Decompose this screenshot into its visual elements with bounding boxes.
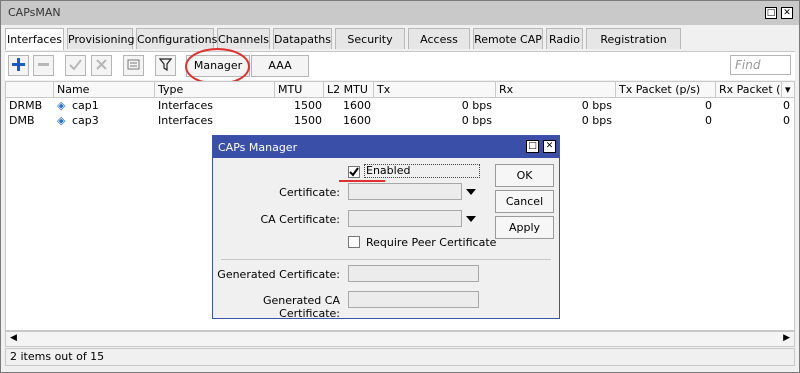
tab-bar: Interfaces Provisioning Configurations C…	[5, 28, 795, 67]
annotation-circle	[185, 48, 250, 85]
interface-icon: ◈	[57, 99, 66, 112]
toolbar: Manager AAA Find	[5, 51, 795, 80]
dialog-close-icon[interactable]: ✕	[543, 140, 556, 153]
column-header-l2-mtu[interactable]: L2 MTU	[324, 82, 374, 98]
remove-icon[interactable]	[33, 55, 54, 76]
certificate-dropdown-icon[interactable]	[466, 189, 476, 195]
row-tx: 0 bps	[461, 99, 492, 112]
filter-icon[interactable]	[155, 55, 176, 76]
dialog-titlebar[interactable]: CAPs Manager □ ✕	[213, 136, 559, 158]
row-tx: 0 bps	[461, 114, 492, 127]
generated-ca-certificate-field	[348, 291, 479, 308]
column-header-mtu[interactable]: MTU	[275, 82, 324, 98]
dialog-restore-icon[interactable]: □	[526, 140, 539, 153]
tab-security-cfg[interactable]: Security Cfg.	[335, 28, 405, 67]
column-header-rx-packet[interactable]: Rx Packet (p	[716, 82, 782, 98]
column-header-name[interactable]: Name	[54, 82, 155, 98]
enabled-label[interactable]: Enabled	[364, 164, 480, 178]
tab-remote-cap[interactable]: Remote CAP	[473, 28, 543, 49]
tab-interfaces[interactable]: Interfaces	[5, 28, 64, 50]
comment-icon[interactable]	[123, 55, 144, 76]
column-header-type[interactable]: Type	[155, 82, 275, 98]
row-l2-mtu: 1600	[343, 114, 371, 127]
row-mtu: 1500	[294, 114, 322, 127]
row-tx-packet: 0	[705, 99, 712, 112]
column-menu-icon[interactable]: ▾	[782, 82, 794, 98]
cancel-button[interactable]: Cancel	[495, 190, 554, 213]
close-icon[interactable]: ✕	[781, 7, 793, 19]
row-type: Interfaces	[158, 114, 213, 127]
scroll-left-icon[interactable]: ◀	[10, 333, 17, 343]
certificate-label: Certificate:	[279, 186, 340, 199]
row-flags: DRMB	[9, 99, 43, 112]
enabled-checkbox[interactable]	[348, 166, 360, 178]
require-peer-certificate-label[interactable]: Require Peer Certificate	[366, 236, 496, 249]
row-l2-mtu: 1600	[343, 99, 371, 112]
restore-icon[interactable]: □	[765, 7, 777, 19]
row-type: Interfaces	[158, 99, 213, 112]
column-header-flags[interactable]	[6, 82, 54, 98]
row-tx-packet: 0	[705, 114, 712, 127]
tab-access-list[interactable]: Access List	[408, 28, 470, 67]
tab-configurations[interactable]: Configurations	[136, 28, 217, 49]
certificate-select[interactable]	[348, 183, 462, 200]
ca-certificate-dropdown-icon[interactable]	[466, 216, 476, 222]
ca-certificate-label: CA Certificate:	[260, 213, 340, 226]
tab-registration-table[interactable]: Registration Table	[586, 28, 681, 67]
dialog-title: CAPs Manager	[218, 141, 298, 154]
ca-certificate-select[interactable]	[348, 210, 462, 227]
add-icon[interactable]	[8, 55, 29, 76]
row-name: cap3	[72, 114, 99, 127]
interface-icon: ◈	[57, 114, 66, 127]
enable-icon[interactable]	[65, 55, 86, 76]
ok-button[interactable]: OK	[495, 164, 554, 187]
scroll-right-icon[interactable]: ▶	[783, 333, 790, 343]
column-header-tx-packet[interactable]: Tx Packet (p/s)	[616, 82, 716, 98]
separator	[221, 259, 551, 260]
table-row[interactable]: DRMB ◈ cap1 Interfaces 1500 1600 0 bps 0…	[6, 98, 794, 113]
status-bar: 2 items out of 15	[5, 348, 795, 366]
require-peer-certificate-checkbox[interactable]	[348, 236, 360, 248]
apply-button[interactable]: Apply	[495, 216, 554, 239]
find-input[interactable]: Find	[730, 55, 791, 75]
generated-ca-certificate-label: Generated CA Certificate:	[262, 294, 340, 320]
annotation-underline	[339, 180, 385, 182]
capsman-window: CAPsMAN □ ✕ Interfaces Provisioning Conf…	[0, 0, 800, 373]
column-header-tx[interactable]: Tx	[374, 82, 496, 98]
disable-icon[interactable]	[91, 55, 112, 76]
generated-certificate-field	[348, 265, 479, 282]
row-rx: 0 bps	[581, 99, 612, 112]
row-flags: DMB	[9, 114, 35, 127]
column-header-rx[interactable]: Rx	[496, 82, 616, 98]
row-mtu: 1500	[294, 99, 322, 112]
tab-radio[interactable]: Radio	[546, 28, 583, 49]
tab-datapaths[interactable]: Datapaths	[273, 28, 332, 49]
row-rx-packet: 0	[783, 99, 790, 112]
table-row[interactable]: DMB ◈ cap3 Interfaces 1500 1600 0 bps 0 …	[6, 113, 794, 128]
window-title: CAPsMAN	[8, 6, 61, 19]
aaa-button[interactable]: AAA	[251, 55, 309, 77]
caps-manager-dialog: CAPs Manager □ ✕ Enabled Certificate: CA…	[212, 135, 560, 320]
row-rx-packet: 0	[783, 114, 790, 127]
generated-certificate-label: Generated Certificate:	[217, 268, 340, 281]
window-titlebar[interactable]: CAPsMAN □ ✕	[1, 1, 799, 25]
tab-channels[interactable]: Channels	[217, 28, 270, 49]
tab-provisioning[interactable]: Provisioning	[67, 28, 135, 49]
horizontal-scrollbar[interactable]: ◀ ▶	[5, 331, 795, 347]
row-rx: 0 bps	[581, 114, 612, 127]
row-name: cap1	[72, 99, 99, 112]
